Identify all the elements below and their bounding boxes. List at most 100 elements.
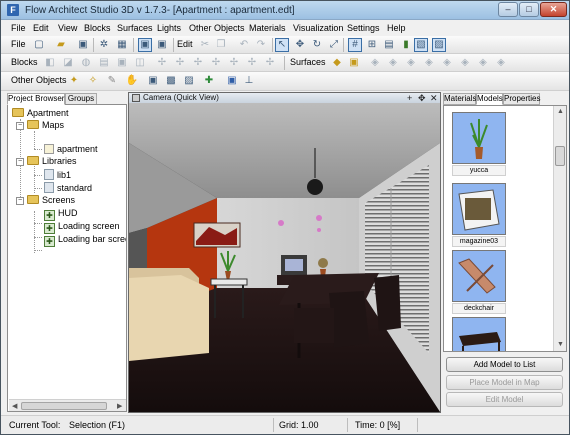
collapse-screens-icon[interactable]: − — [16, 197, 24, 205]
model-card-magazine03[interactable]: magazine03 — [452, 183, 506, 249]
menu-settings[interactable]: Settings — [347, 23, 380, 33]
surface-fill-icon[interactable]: ▣ — [347, 56, 361, 70]
block-round-icon[interactable]: ◍ — [79, 56, 93, 70]
scroll-left-icon[interactable]: ◀ — [12, 402, 17, 410]
select-arrow-icon[interactable]: ↖ — [275, 38, 289, 52]
tool-icon[interactable]: ✎ — [105, 74, 119, 88]
cut-icon[interactable]: ✂ — [198, 38, 212, 52]
block-edge-5-icon[interactable]: ✢ — [227, 56, 241, 70]
tree-item-screens[interactable]: Screens — [27, 194, 75, 206]
tree-item-apartment[interactable]: Apartment — [12, 107, 69, 119]
menu-lights[interactable]: Lights — [157, 23, 181, 33]
add-model-button[interactable]: Add Model to List — [446, 357, 563, 372]
undo-icon[interactable]: ↶ — [237, 38, 251, 52]
menu-blocks[interactable]: Blocks — [84, 23, 111, 33]
minimize-button[interactable]: – — [498, 2, 518, 17]
surface-tool-8-icon[interactable]: ◈ — [494, 56, 508, 70]
block-edge-3-icon[interactable]: ✢ — [191, 56, 205, 70]
block-stairs-icon[interactable]: ▤ — [97, 56, 111, 70]
surface-tool-3-icon[interactable]: ◈ — [404, 56, 418, 70]
tree-item-standard[interactable]: standard — [44, 182, 92, 194]
camera-viewport[interactable]: Camera (Quick View) + ✥ ✕ — [128, 92, 441, 413]
wireframe-b-icon[interactable]: ▨ — [432, 38, 446, 52]
tree-item-libraries[interactable]: Libraries — [27, 155, 77, 167]
scrollbar-thumb[interactable] — [555, 146, 565, 166]
model-card-table[interactable] — [452, 317, 506, 351]
menu-visualization[interactable]: Visualization — [293, 23, 343, 33]
save-icon[interactable]: ▣ — [76, 38, 90, 52]
move-icon[interactable]: ✥ — [293, 38, 307, 52]
surface-tool-5-icon[interactable]: ◈ — [440, 56, 454, 70]
grid-view-icon[interactable]: ▦ — [115, 38, 129, 52]
close-button[interactable]: ✕ — [540, 2, 567, 17]
scale-icon[interactable]: ⤢ — [327, 38, 341, 52]
tab-project-browser[interactable]: Project Browser — [7, 93, 65, 105]
surface-tool-4-icon[interactable]: ◈ — [422, 56, 436, 70]
snap-settings-icon[interactable]: ⊞ — [365, 38, 379, 52]
surface-paint-icon[interactable]: ◆ — [330, 56, 344, 70]
save-object-icon[interactable]: ▣ — [225, 74, 239, 88]
scrollbar-thumb[interactable] — [21, 402, 107, 410]
menu-surfaces[interactable]: Surfaces — [117, 23, 153, 33]
viewport-add-button[interactable]: + — [407, 93, 412, 103]
view-mode-1-icon[interactable]: ▣ — [138, 38, 152, 52]
viewport-move-button[interactable]: ✥ — [418, 93, 426, 103]
block-wedge-icon[interactable]: ◪ — [61, 56, 75, 70]
surface-tool-2-icon[interactable]: ◈ — [386, 56, 400, 70]
open-folder-icon[interactable]: ▰ — [54, 38, 68, 52]
block-plane-icon[interactable]: ◫ — [133, 56, 147, 70]
tree-item-loading-bar-screen[interactable]: ✚Loading bar screen — [44, 233, 126, 247]
trigger-icon[interactable]: ⊥ — [242, 74, 256, 88]
viewport-pin-icon[interactable] — [132, 94, 140, 102]
menu-view[interactable]: View — [58, 23, 77, 33]
block-edge-2-icon[interactable]: ✢ — [173, 56, 187, 70]
new-file-icon[interactable]: ▢ — [32, 38, 46, 52]
maximize-button[interactable]: □ — [519, 2, 539, 17]
settings-gear-icon[interactable]: ✲ — [97, 38, 111, 52]
block-edge-7-icon[interactable]: ✢ — [263, 56, 277, 70]
surface-tool-7-icon[interactable]: ◈ — [476, 56, 490, 70]
app-logo-icon[interactable]: F — [7, 4, 19, 16]
block-box-icon[interactable]: ▣ — [115, 56, 129, 70]
spot-light-icon[interactable]: ✧ — [86, 74, 100, 88]
tab-models[interactable]: Models — [476, 93, 503, 105]
model-card-deckchair[interactable]: deckchair — [452, 250, 506, 316]
scroll-up-icon[interactable]: ▲ — [557, 108, 564, 115]
hand-icon[interactable]: ✋ — [125, 74, 139, 88]
tree-item-loading-screen[interactable]: ✚ Loading screen — [44, 220, 120, 234]
collapse-libraries-icon[interactable]: − — [16, 158, 24, 166]
toggle-a-icon[interactable]: ▤ — [382, 38, 396, 52]
surface-tool-6-icon[interactable]: ◈ — [458, 56, 472, 70]
block-edge-6-icon[interactable]: ✢ — [245, 56, 259, 70]
block-edge-4-icon[interactable]: ✢ — [209, 56, 223, 70]
surface-tool-1-icon[interactable]: ◈ — [368, 56, 382, 70]
toggle-b-icon[interactable]: ▮ — [399, 38, 413, 52]
tree-item-maps[interactable]: Maps — [27, 119, 64, 131]
model-list-scrollbar[interactable]: ▲ ▼ — [553, 106, 566, 351]
menu-file[interactable]: File — [11, 23, 26, 33]
wireframe-a-icon[interactable]: ▧ — [414, 38, 428, 52]
tree-item-hud[interactable]: ✚ HUD — [44, 207, 78, 221]
model-card-yucca[interactable]: yucca — [452, 112, 506, 178]
tab-materials[interactable]: Materials — [443, 93, 476, 105]
menu-materials[interactable]: Materials — [249, 23, 286, 33]
cross-marker-icon[interactable]: ✚ — [202, 74, 216, 88]
redo-icon[interactable]: ↷ — [254, 38, 268, 52]
menu-edit[interactable]: Edit — [33, 23, 49, 33]
place-model-button[interactable]: Place Model in Map — [446, 375, 563, 390]
tree-item-lib1[interactable]: lib1 — [44, 169, 71, 181]
object-cube-icon[interactable]: ▣ — [146, 74, 160, 88]
scroll-right-icon[interactable]: ▶ — [117, 402, 122, 410]
rotate-icon[interactable]: ↻ — [310, 38, 324, 52]
scroll-down-icon[interactable]: ▼ — [557, 341, 564, 348]
tree-item-map-apartment[interactable]: apartment — [44, 143, 98, 155]
collapse-maps-icon[interactable]: − — [16, 122, 24, 130]
checker-icon[interactable]: ▩ — [164, 74, 178, 88]
menu-help[interactable]: Help — [387, 23, 406, 33]
tab-properties[interactable]: Properties — [503, 93, 540, 105]
view-mode-2-icon[interactable]: ▣ — [155, 38, 169, 52]
copy-icon[interactable]: ❐ — [214, 38, 228, 52]
edit-model-button[interactable]: Edit Model — [446, 392, 563, 407]
block-edge-1-icon[interactable]: ✢ — [155, 56, 169, 70]
3d-scene[interactable] — [129, 103, 440, 412]
